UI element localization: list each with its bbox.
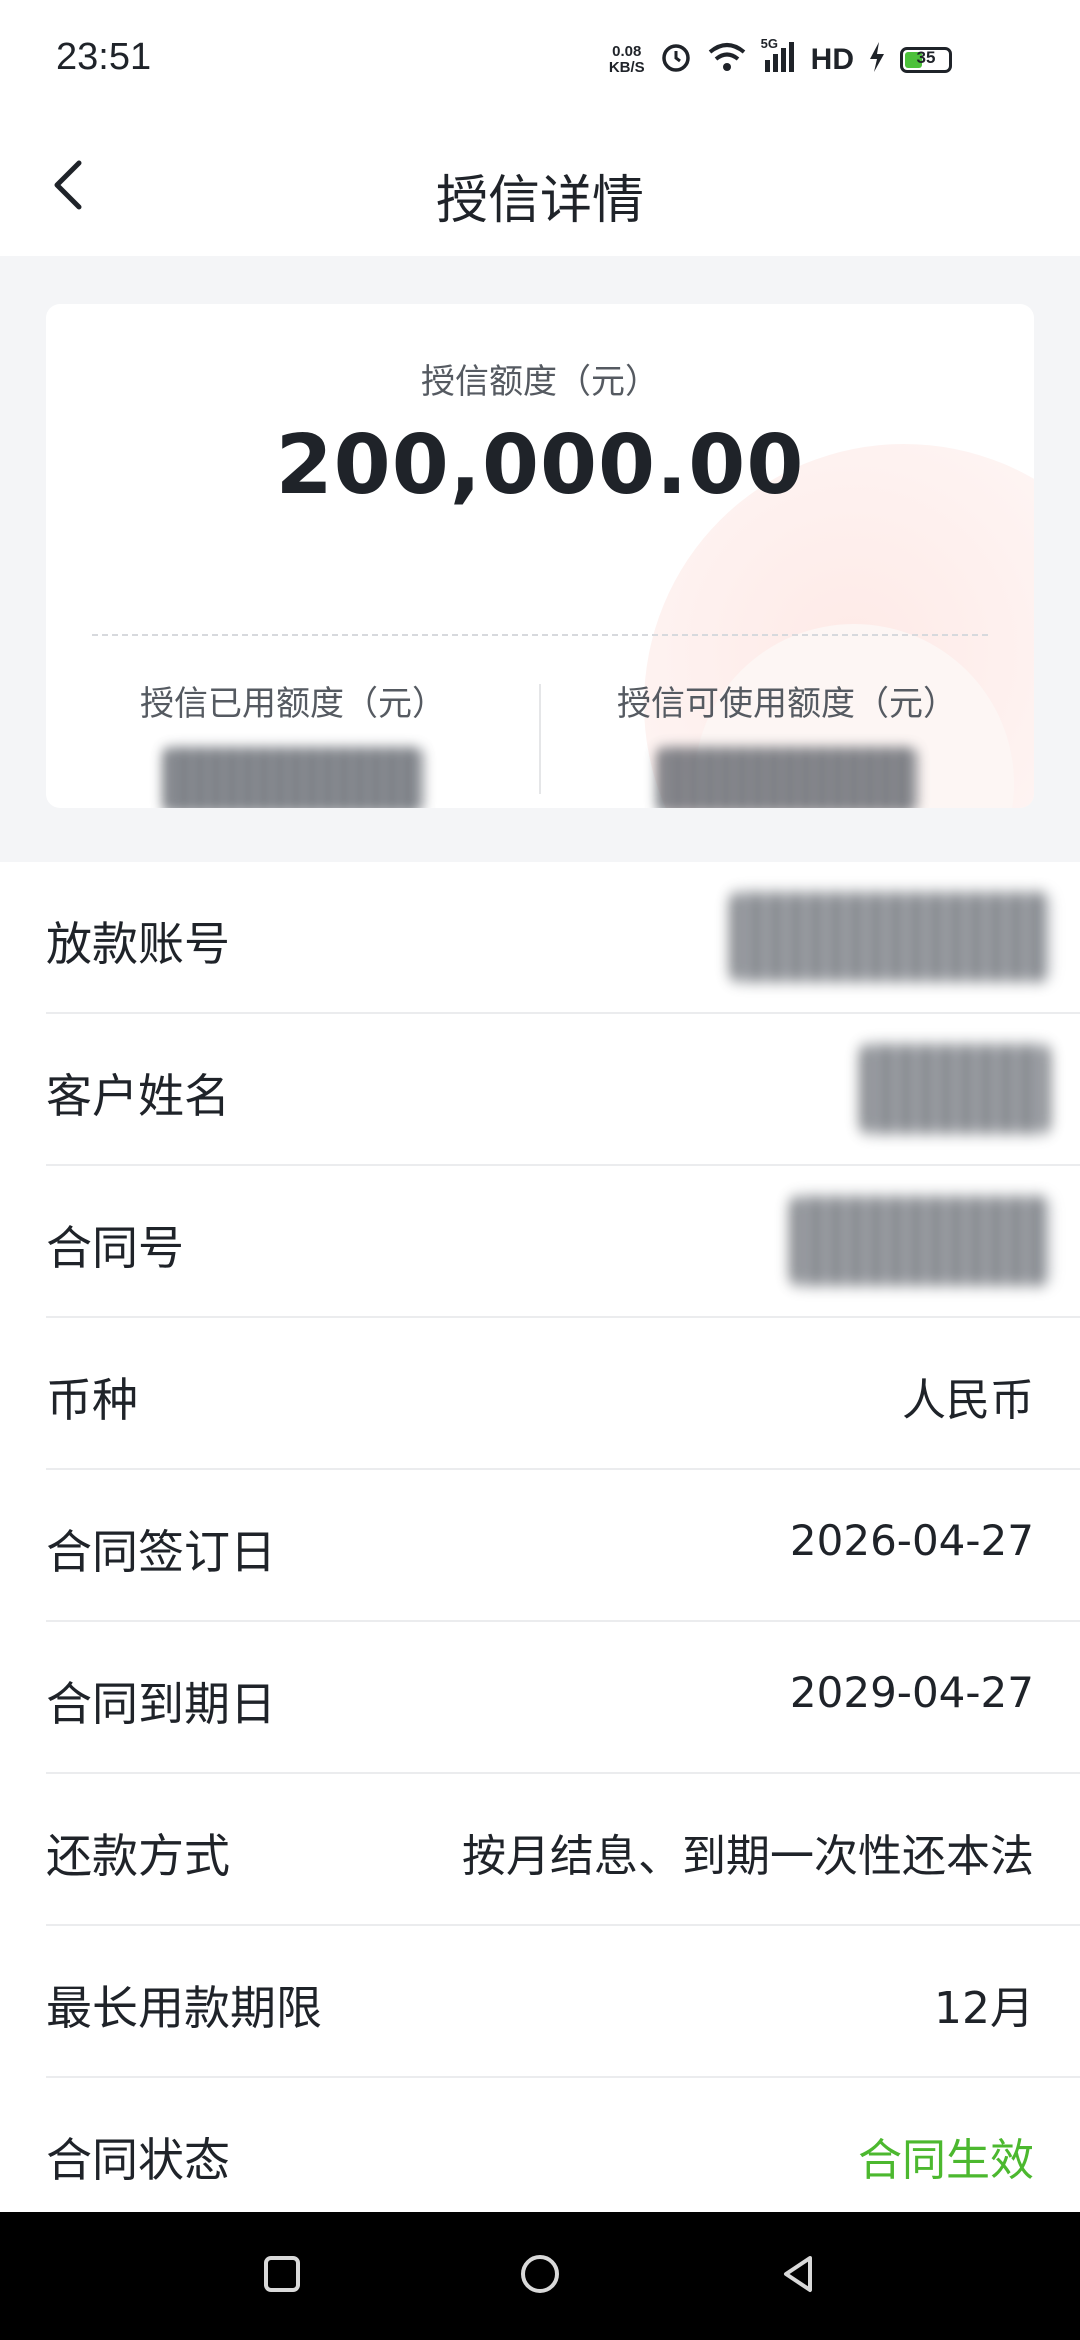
- sign-date-value: 2026-04-27: [789, 1516, 1034, 1565]
- max-term-label: 最长用款期限: [46, 1981, 322, 2035]
- wifi-icon: [707, 42, 747, 77]
- bolt-icon: [868, 42, 886, 77]
- account-label: 放款账号: [46, 917, 230, 971]
- network-speed: 0.08 KB/S: [608, 42, 645, 76]
- sign-date-label: 合同签订日: [46, 1525, 276, 1579]
- expiry-date-value: 2029-04-27: [789, 1668, 1034, 1717]
- nav-bar: 授信详情: [0, 118, 1080, 256]
- account-value-redacted: [730, 892, 1050, 982]
- customer-value-redacted: [860, 1044, 1050, 1134]
- credit-card: 授信额度（元） 200,000.00 授信已用额度（元） 授信可使用额度（元）: [46, 304, 1034, 808]
- contract-no-value-redacted: [790, 1196, 1050, 1286]
- status-label: 合同状态: [46, 2133, 230, 2187]
- detail-row-contract-no: 合同号: [46, 1166, 1080, 1318]
- status-bar: 23:51 0.08 KB/S 5G HD 35: [0, 0, 1080, 118]
- credit-limit-amount: 200,000.00: [275, 418, 805, 513]
- square-icon: [262, 2254, 302, 2298]
- detail-row-sign-date: 合同签订日 2026-04-27: [46, 1470, 1080, 1622]
- page-title: 授信详情: [435, 171, 644, 231]
- hd-label: HD: [810, 42, 854, 76]
- currency-value: 人民币: [902, 1375, 1034, 1426]
- available-credit-value-redacted: [657, 747, 917, 808]
- battery-level: 35: [916, 47, 936, 67]
- contract-no-label: 合同号: [46, 1221, 184, 1275]
- used-credit-label: 授信已用额度（元）: [140, 684, 446, 724]
- used-credit-column: 授信已用额度（元）: [46, 676, 540, 808]
- detail-row-account: 放款账号: [46, 862, 1080, 1014]
- status-badge: 合同生效: [858, 2135, 1034, 2186]
- card-divider: [92, 634, 988, 636]
- battery-icon: 35: [900, 46, 952, 73]
- detail-row-expiry-date: 合同到期日 2029-04-27: [46, 1622, 1080, 1774]
- network-speed-value: 0.08: [612, 42, 642, 60]
- repayment-label: 还款方式: [46, 1829, 230, 1883]
- available-credit-label: 授信可使用额度（元）: [617, 684, 957, 724]
- system-back-button[interactable]: [772, 2250, 824, 2302]
- detail-row-currency: 币种 人民币: [46, 1318, 1080, 1470]
- detail-row-customer: 客户姓名: [46, 1014, 1080, 1166]
- repayment-value: 按月结息、到期一次性还本法: [462, 1831, 1034, 1882]
- home-button[interactable]: [514, 2250, 566, 2302]
- signal-label: 5G: [760, 36, 778, 51]
- customer-label: 客户姓名: [46, 1069, 230, 1123]
- system-nav-bar: [0, 2212, 1080, 2340]
- max-term-value: 12月: [934, 1983, 1034, 2034]
- credit-summary-section: 授信额度（元） 200,000.00 授信已用额度（元） 授信可使用额度（元）: [0, 256, 1080, 862]
- expiry-date-label: 合同到期日: [46, 1677, 276, 1731]
- detail-row-status: 合同状态 合同生效: [46, 2078, 1080, 2228]
- available-credit-column: 授信可使用额度（元）: [540, 676, 1034, 808]
- status-time: 23:51: [56, 36, 152, 78]
- credit-limit-label: 授信额度（元）: [421, 362, 659, 402]
- status-icons: 0.08 KB/S 5G HD 35: [608, 36, 952, 79]
- recent-apps-button[interactable]: [256, 2250, 308, 2302]
- used-credit-value-redacted: [163, 747, 423, 808]
- contract-detail-list: 放款账号 客户姓名 合同号 币种 人民币 合同签订日 2026-04-27 合同…: [0, 862, 1080, 2228]
- detail-row-max-term: 最长用款期限 12月: [46, 1926, 1080, 2078]
- alarm-icon: [659, 40, 693, 79]
- detail-row-repayment: 还款方式 按月结息、到期一次性还本法: [46, 1774, 1080, 1926]
- triangle-back-icon: [778, 2252, 818, 2300]
- signal-icon: 5G: [761, 36, 797, 77]
- currency-label: 币种: [46, 1373, 138, 1427]
- network-speed-unit: KB/S: [608, 58, 645, 76]
- circle-icon: [518, 2252, 562, 2300]
